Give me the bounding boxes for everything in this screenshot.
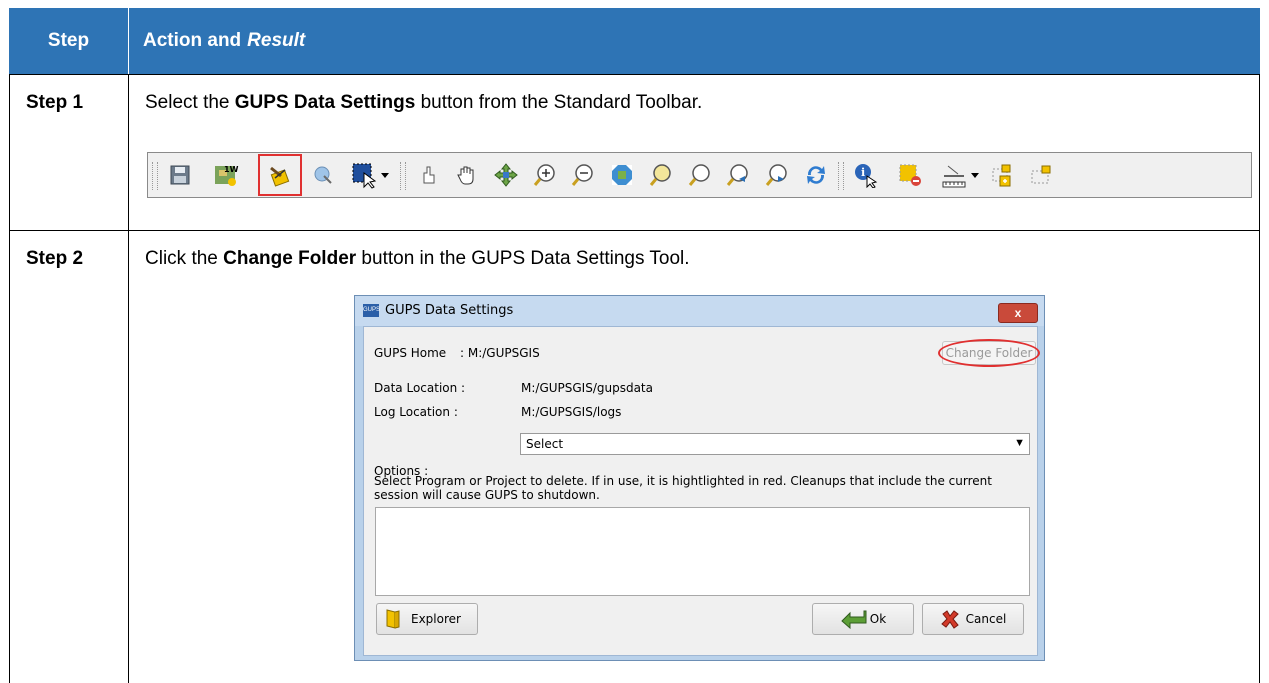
- row-2-text-before: Click the: [145, 248, 224, 269]
- touch-icon[interactable]: [414, 161, 442, 189]
- row-1-text-before: Select the: [145, 92, 235, 113]
- data-location-label: Data Location :: [374, 381, 466, 395]
- deselect-icon[interactable]: [896, 161, 924, 189]
- dropdown-arrow-icon[interactable]: [378, 161, 392, 189]
- zoom-full-icon[interactable]: [608, 161, 636, 189]
- header-divider: [128, 8, 129, 74]
- row-1-step: Step 1: [26, 92, 84, 113]
- toolbar-grip: [838, 162, 844, 190]
- standard-toolbar: 1W i: [147, 152, 1252, 198]
- move-label-icon[interactable]: [1028, 161, 1056, 189]
- measure-icon[interactable]: [940, 161, 968, 189]
- row-1-top-border: [9, 74, 1260, 75]
- ok-button[interactable]: Ok: [812, 603, 914, 635]
- zoom-selection-icon[interactable]: [686, 161, 714, 189]
- toolbar-grip: [152, 162, 158, 190]
- cancel-label: Cancel: [965, 612, 1007, 626]
- log-location-value: M:/GUPSGIS/logs: [521, 405, 622, 419]
- log-location-label: Log Location :: [374, 405, 458, 419]
- dropdown-arrow-icon[interactable]: [968, 161, 982, 189]
- identify-icon[interactable]: i: [851, 161, 879, 189]
- highlight-ring: [938, 339, 1040, 367]
- save-icon[interactable]: [166, 161, 194, 189]
- zoom-last-icon[interactable]: [724, 161, 752, 189]
- chevron-down-icon: ▼: [1014, 437, 1025, 449]
- note-line-2: session will cause GUPS to shutdown.: [374, 488, 600, 502]
- program-project-list[interactable]: [375, 507, 1030, 596]
- header-action-label: Action and: [143, 30, 242, 51]
- gups-home-value: : M:/GUPSGIS: [460, 346, 540, 360]
- header-step: Step: [47, 30, 90, 51]
- row-2-text-after: button in the GUPS Data Settings Tool.: [356, 248, 690, 269]
- ok-label: Ok: [869, 612, 887, 626]
- explorer-label: Explorer: [411, 612, 461, 626]
- table-column-divider: [128, 74, 129, 683]
- explorer-button[interactable]: Explorer: [376, 603, 478, 635]
- row-2-step: Step 2: [26, 248, 84, 269]
- toolbar-grip: [400, 162, 406, 190]
- ok-arrow-icon: [840, 609, 868, 630]
- svg-text:i: i: [861, 166, 865, 179]
- options-selected-value: Select: [526, 437, 564, 451]
- dialog-title-bar[interactable]: GUPS GUPS Data Settings x: [355, 296, 1044, 326]
- select-features-icon[interactable]: [350, 161, 378, 189]
- options-select[interactable]: Select ▼: [520, 433, 1030, 455]
- header-action: Action and Result: [143, 8, 305, 74]
- close-button[interactable]: x: [998, 303, 1038, 323]
- data-settings-icon[interactable]: [266, 161, 294, 189]
- gups-data-settings-dialog: GUPS GUPS Data Settings x GUPS Home : M:…: [354, 295, 1045, 661]
- cancel-x-icon: [940, 609, 960, 629]
- gups-app-icon: GUPS: [363, 304, 380, 317]
- gups-home-label: GUPS Home: [374, 346, 447, 360]
- row-2-bold: Change Folder: [223, 248, 357, 269]
- cancel-button[interactable]: Cancel: [922, 603, 1024, 635]
- table-right-border: [1259, 74, 1260, 683]
- new-project-icon[interactable]: 1W: [212, 161, 240, 189]
- pan-hand-icon[interactable]: [453, 161, 481, 189]
- zoom-layer-icon[interactable]: [647, 161, 675, 189]
- row-1-bold: GUPS Data Settings: [234, 92, 416, 113]
- row-2-top-border: [9, 230, 1260, 231]
- refresh-icon[interactable]: [802, 161, 830, 189]
- data-location-value: M:/GUPSGIS/gupsdata: [521, 381, 653, 395]
- dialog-title: GUPS Data Settings: [385, 303, 514, 318]
- pan-map-icon[interactable]: [492, 161, 520, 189]
- zoom-next-icon[interactable]: [763, 161, 791, 189]
- note-line-1: Select Program or Project to delete. If …: [374, 474, 992, 488]
- dialog-body: GUPS Home : M:/GUPSGIS Change Folder Dat…: [363, 326, 1040, 656]
- row-1-text-after: button from the Standard Toolbar.: [415, 92, 703, 113]
- add-feature-icon[interactable]: [989, 161, 1017, 189]
- svg-text:1W: 1W: [224, 165, 239, 174]
- zoom-in-icon[interactable]: [531, 161, 559, 189]
- table-left-border: [9, 74, 10, 683]
- zoom-out-icon[interactable]: [569, 161, 597, 189]
- folder-icon: [385, 608, 401, 630]
- row-1-action: Select the GUPS Data Settings button fro…: [145, 92, 702, 114]
- pan-to-selection-icon[interactable]: [309, 161, 337, 189]
- row-2-action: Click the Change Folder button in the GU…: [145, 248, 690, 270]
- header-result-label: Result: [247, 30, 306, 51]
- table-header: Step Action and Result: [9, 8, 1260, 74]
